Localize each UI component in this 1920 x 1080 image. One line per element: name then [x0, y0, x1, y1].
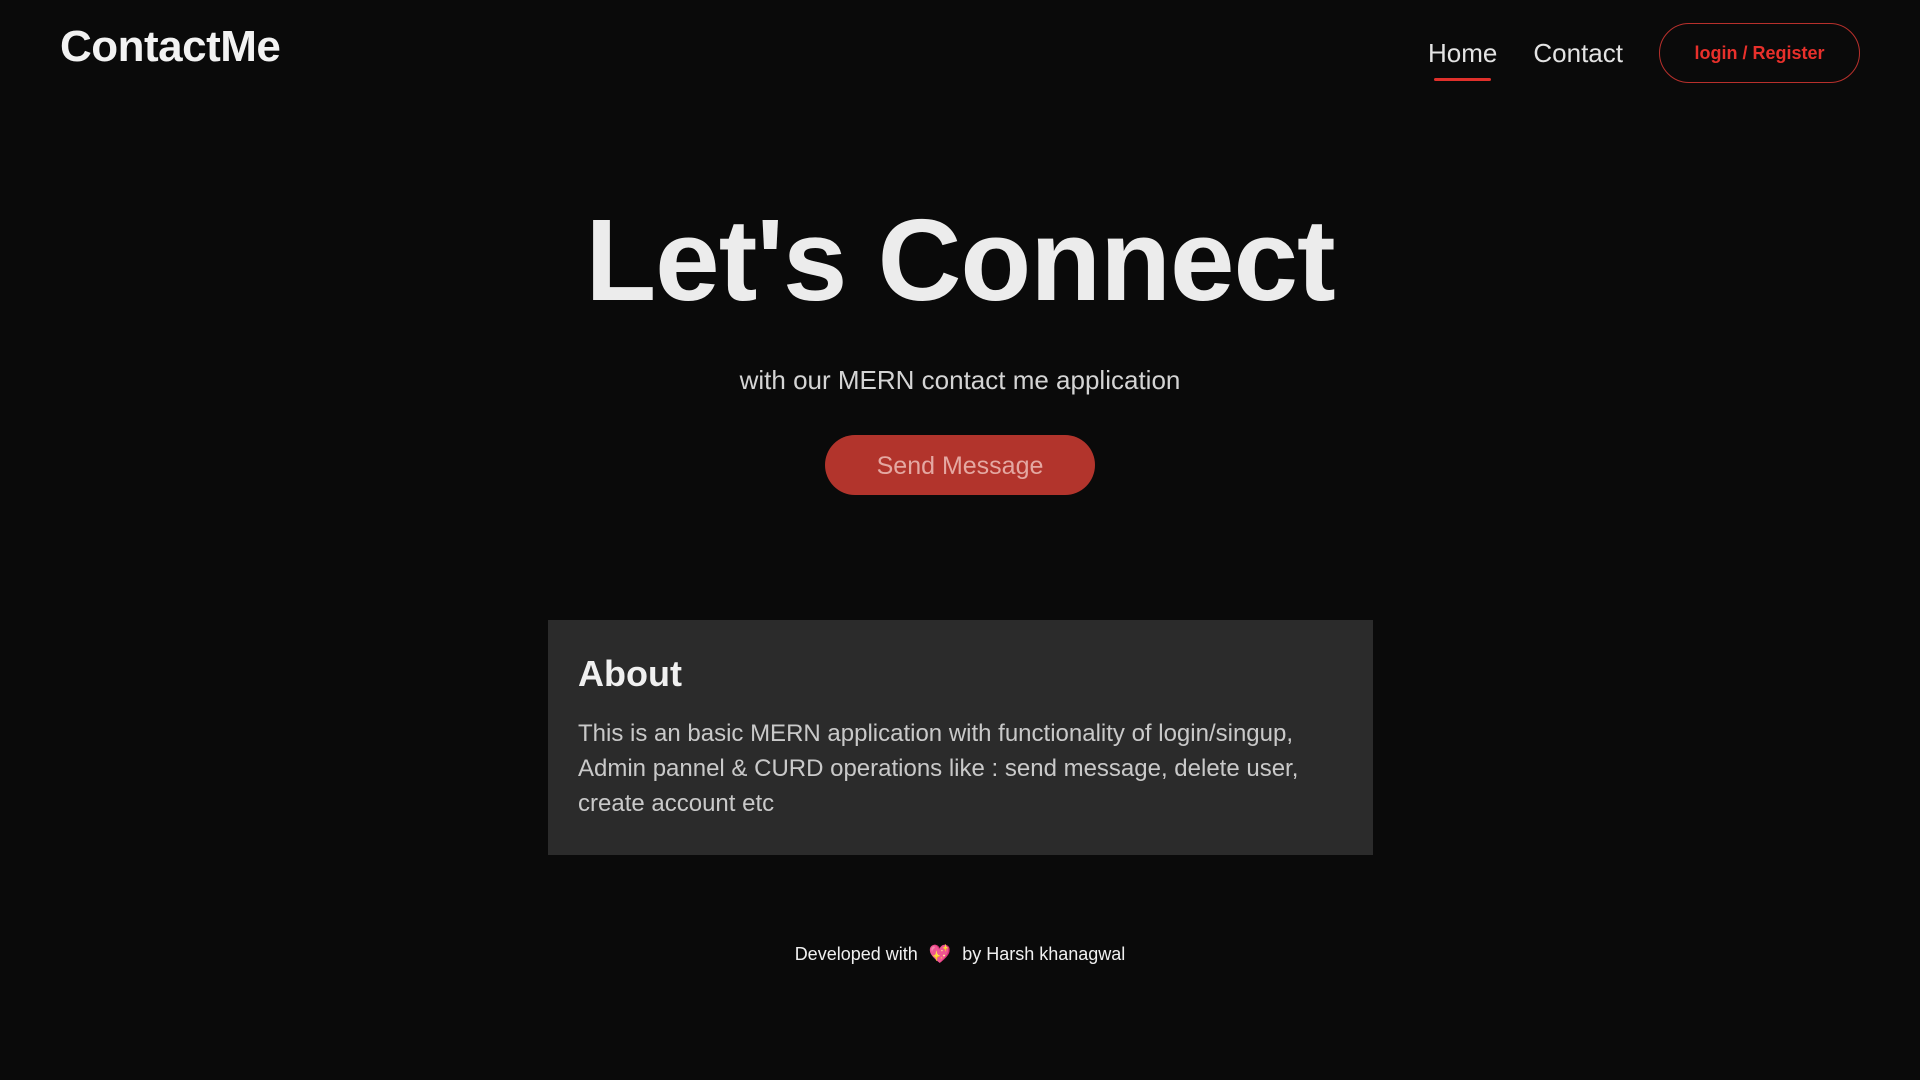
heart-icon: 💖 — [928, 944, 952, 964]
login-register-button[interactable]: login / Register — [1659, 23, 1860, 83]
nav-links: Home Contact login / Register — [1428, 23, 1860, 83]
footer: Developed with 💖 by Harsh khanagwal — [0, 944, 1920, 965]
footer-author: by Harsh khanagwal — [962, 944, 1126, 964]
nav-link-home[interactable]: Home — [1428, 32, 1497, 81]
about-text: This is an basic MERN application with f… — [578, 720, 1299, 817]
site-logo[interactable]: ContactMe — [60, 22, 281, 72]
nav-link-contact[interactable]: Contact — [1533, 32, 1623, 75]
about-card: About This is an basic MERN application … — [548, 620, 1373, 855]
footer-prefix: Developed with — [794, 944, 918, 964]
about-title: About — [578, 653, 682, 694]
hero-section: Let's Connect with our MERN contact me a… — [0, 195, 1920, 495]
navbar: ContactMe Home Contact login / Register — [0, 0, 1920, 106]
hero-title: Let's Connect — [585, 195, 1335, 325]
hero-subtitle: with our MERN contact me application — [739, 365, 1181, 395]
send-message-button[interactable]: Send Message — [825, 435, 1095, 495]
